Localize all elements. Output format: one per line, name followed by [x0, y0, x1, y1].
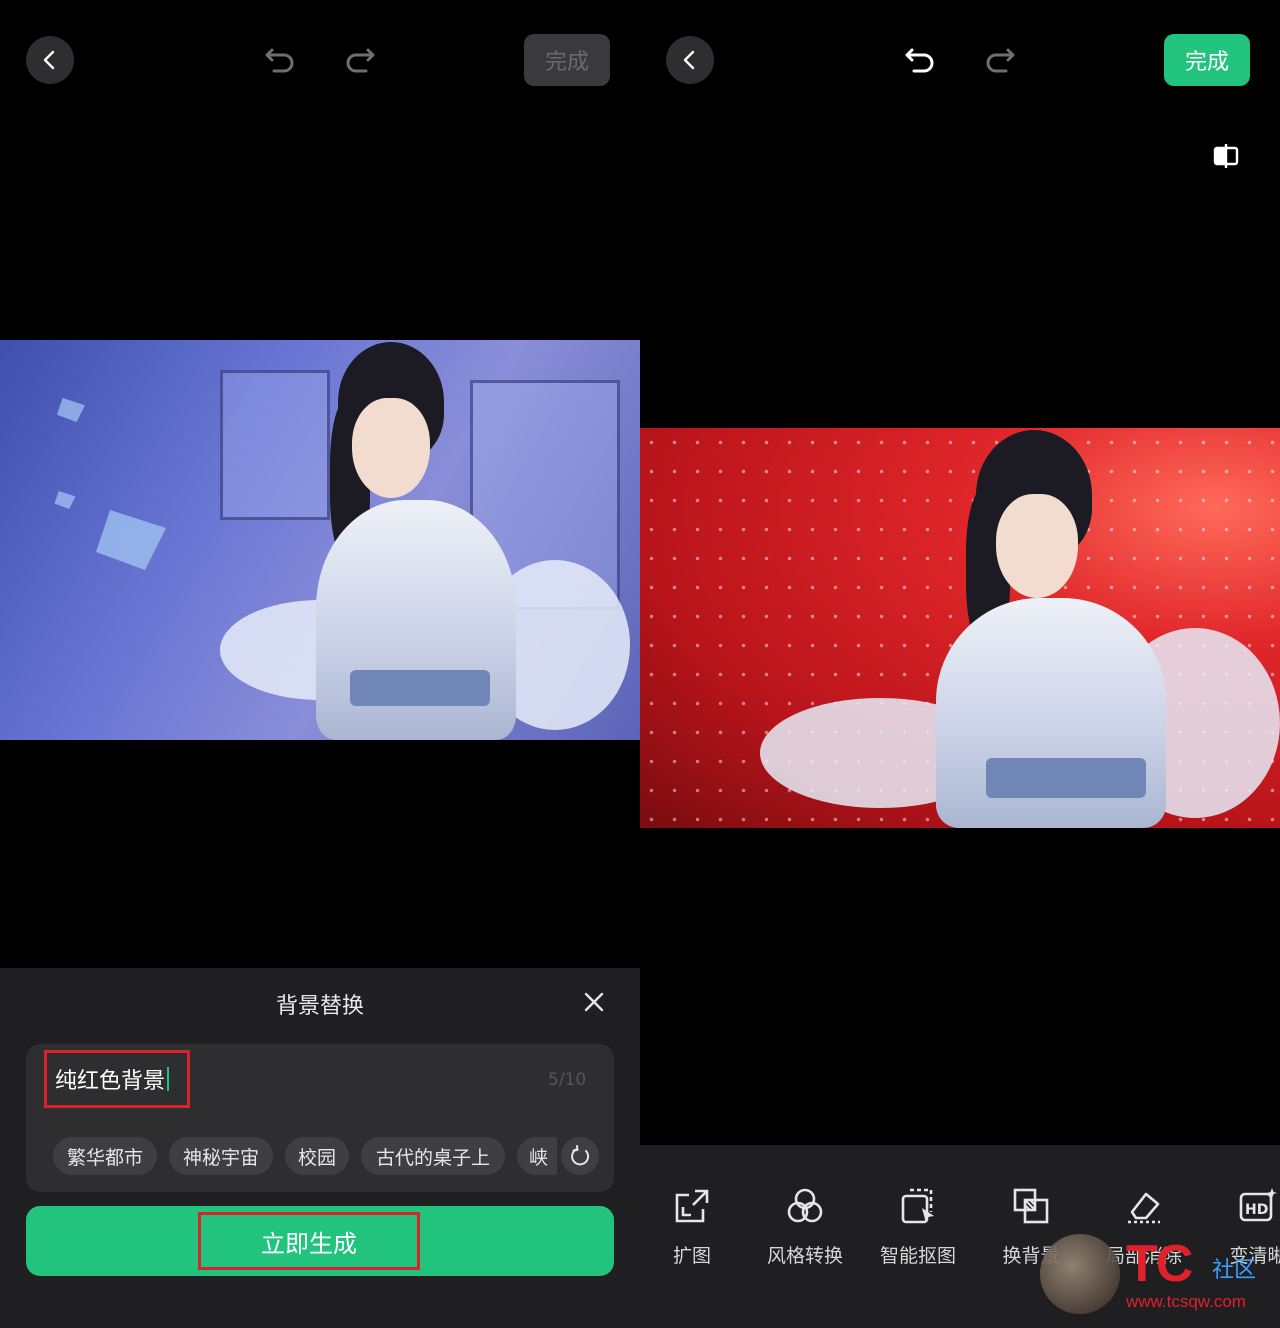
- expand-image-icon: [671, 1185, 713, 1227]
- char-counter: 5/10: [548, 1070, 587, 1090]
- smart-cutout-icon: [897, 1185, 939, 1227]
- sheet-title: 背景替换: [275, 994, 364, 1019]
- tool-label: 智能抠图: [879, 1245, 956, 1267]
- svg-text:HD: HD: [1245, 1202, 1268, 1218]
- undo-icon: [265, 48, 294, 73]
- refresh-icon: [571, 1145, 590, 1166]
- prompt-input[interactable]: 纯红色背景: [44, 1050, 190, 1108]
- redo-icon: [346, 48, 375, 73]
- compare-button[interactable]: [1206, 136, 1246, 176]
- close-sheet-button[interactable]: [574, 982, 614, 1022]
- back-button[interactable]: [26, 36, 74, 84]
- tool-smart-cutout[interactable]: 智能抠图: [868, 1185, 968, 1268]
- compare-icon: [1213, 144, 1239, 168]
- watermark-mark: TC: [1126, 1235, 1193, 1293]
- undo-icon: [905, 48, 934, 73]
- suggestion-chip[interactable]: 繁华都市: [53, 1137, 157, 1175]
- prompt-value: 纯红色背景: [55, 1069, 166, 1094]
- back-button[interactable]: [666, 36, 714, 84]
- eraser-icon: [1123, 1185, 1165, 1227]
- generate-button-label[interactable]: 立即生成: [198, 1212, 420, 1270]
- result-image: [640, 428, 1280, 828]
- original-image: [0, 340, 640, 740]
- watermark-cn: 社区: [1212, 1258, 1257, 1283]
- watermark: TC 社区 www.tcsqw.com: [1040, 1228, 1276, 1324]
- watermark-mascot-icon: [1040, 1234, 1120, 1314]
- undo-button[interactable]: [256, 36, 304, 84]
- change-background-icon: [1010, 1185, 1052, 1227]
- done-button[interactable]: 完成: [1164, 34, 1250, 86]
- suggestion-chip[interactable]: 校园: [285, 1137, 349, 1175]
- suggestion-chip[interactable]: 神秘宇宙: [169, 1137, 273, 1175]
- watermark-url: www.tcsqw.com: [1126, 1292, 1246, 1311]
- redo-icon: [986, 48, 1015, 73]
- tool-label: 扩图: [672, 1245, 711, 1267]
- chevron-left-icon: [43, 50, 55, 70]
- undo-button[interactable]: [896, 36, 944, 84]
- style-transfer-icon: [784, 1185, 826, 1227]
- hd-enhance-icon: HD: [1237, 1185, 1279, 1227]
- chevron-left-icon: [683, 50, 695, 70]
- tool-expand-image[interactable]: 扩图: [642, 1185, 742, 1268]
- tool-label: 风格转换: [766, 1245, 843, 1267]
- tool-style-transfer[interactable]: 风格转换: [755, 1185, 855, 1268]
- redo-button[interactable]: [336, 36, 384, 84]
- redo-button[interactable]: [976, 36, 1024, 84]
- close-icon: [584, 992, 604, 1012]
- refresh-suggestions-button[interactable]: [561, 1137, 599, 1175]
- suggestion-chip[interactable]: 峡: [517, 1137, 557, 1175]
- suggestion-chip[interactable]: 古代的桌子上: [361, 1137, 505, 1175]
- text-caret: [167, 1067, 170, 1091]
- done-button-disabled[interactable]: 完成: [524, 34, 610, 86]
